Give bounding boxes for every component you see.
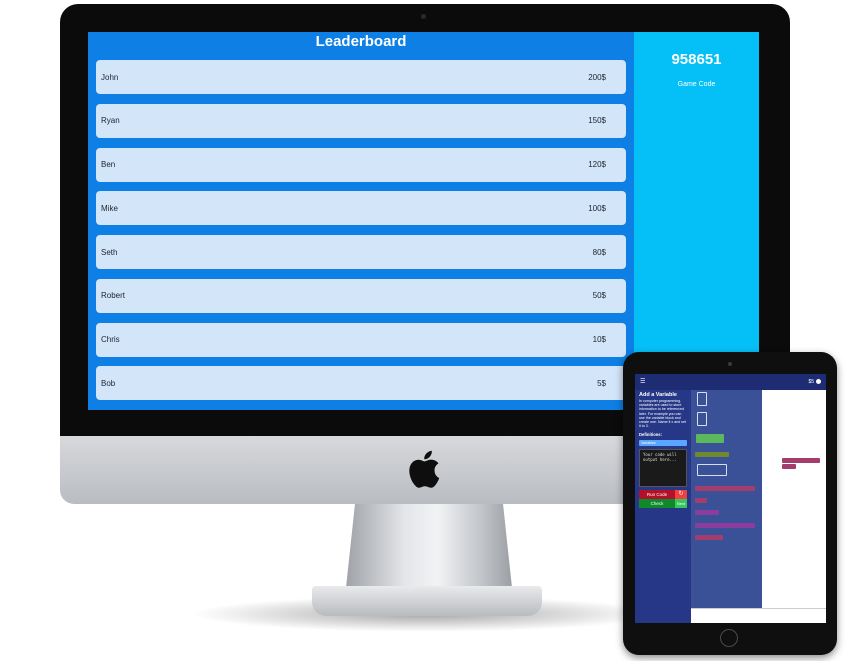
workspace-footer bbox=[691, 608, 826, 623]
player-score: 80$ bbox=[592, 247, 606, 257]
definitions-title: Definitions: bbox=[639, 432, 663, 438]
apple-logo-icon bbox=[409, 450, 440, 488]
leaderboard-row: Robert 50$ bbox=[96, 278, 626, 313]
tablet-topbar: ☰ $5 bbox=[635, 374, 826, 390]
player-name: Bob bbox=[101, 378, 116, 388]
code-block[interactable] bbox=[695, 510, 719, 515]
player-name: Chris bbox=[101, 335, 120, 344]
reset-icon[interactable]: ↻ bbox=[675, 490, 687, 500]
code-block[interactable] bbox=[697, 412, 707, 426]
print-block[interactable] bbox=[782, 464, 796, 469]
code-block[interactable] bbox=[696, 434, 724, 443]
leaderboard-row: Chris 10$ bbox=[96, 322, 626, 357]
leaderboard-list: John 200$ Ryan 150$ Ben 120$ Mike 100$ S… bbox=[96, 60, 626, 410]
leaderboard-row: Seth 80$ bbox=[96, 235, 626, 269]
home-button[interactable] bbox=[720, 629, 738, 647]
player-name: Mike bbox=[101, 203, 118, 213]
player-name: Ryan bbox=[101, 116, 120, 126]
leaderboard-row: Ryan 150$ bbox=[96, 103, 626, 138]
definition-chip[interactable]: Variables bbox=[639, 440, 687, 447]
lesson-title: Add a Variable bbox=[639, 392, 677, 398]
player-name: Ben bbox=[101, 160, 116, 169]
player-score: 50$ bbox=[592, 291, 606, 301]
lesson-text: In computer programming, variables are u… bbox=[639, 399, 686, 429]
tablet-screen: ☰ $5 Add a Variable In computer programm… bbox=[635, 374, 826, 623]
player-score: 5$ bbox=[597, 378, 606, 388]
code-block[interactable] bbox=[695, 498, 707, 503]
code-block[interactable] bbox=[697, 392, 707, 406]
next-button[interactable]: Next bbox=[675, 499, 687, 509]
player-name: Robert bbox=[101, 291, 126, 301]
variable-block[interactable] bbox=[782, 458, 820, 463]
player-name: John bbox=[101, 72, 119, 82]
player-score: 10$ bbox=[592, 335, 606, 344]
code-block[interactable] bbox=[695, 486, 755, 491]
block-toolbox bbox=[691, 390, 762, 608]
game-code-label: Game Code bbox=[677, 81, 716, 88]
code-block[interactable] bbox=[695, 452, 729, 457]
check-button[interactable]: Check bbox=[639, 499, 675, 509]
imac-stand-base bbox=[312, 586, 542, 616]
run-code-button[interactable]: Run Code bbox=[639, 490, 675, 500]
player-score: 200$ bbox=[588, 72, 606, 82]
balance-display: $5 bbox=[808, 379, 814, 385]
imac-stand-neck bbox=[345, 503, 513, 597]
code-output: Your code will output here... bbox=[639, 449, 687, 488]
leaderboard-row: John 200$ bbox=[96, 60, 626, 94]
leaderboard-title: Leaderboard bbox=[315, 33, 407, 50]
code-block[interactable] bbox=[697, 464, 727, 476]
menu-icon[interactable]: ☰ bbox=[640, 378, 645, 385]
camera-icon bbox=[728, 362, 732, 366]
leaderboard-row: Bob 5$ bbox=[96, 366, 626, 401]
coin-icon bbox=[816, 379, 821, 384]
player-score: 150$ bbox=[588, 116, 606, 126]
block-workspace[interactable] bbox=[762, 390, 826, 608]
player-score: 100$ bbox=[588, 203, 606, 213]
leaderboard-row: Ben 120$ bbox=[96, 147, 626, 182]
leaderboard-panel: Leaderboard John 200$ Ryan 150$ Ben 120$… bbox=[88, 32, 634, 410]
lesson-panel: Add a Variable In computer programming, … bbox=[635, 390, 691, 623]
player-name: Seth bbox=[101, 247, 118, 257]
player-score: 120$ bbox=[588, 160, 606, 169]
game-code-value: 958651 bbox=[671, 51, 722, 68]
leaderboard-row: Mike 100$ bbox=[96, 191, 626, 226]
code-block[interactable] bbox=[695, 535, 723, 540]
camera-icon bbox=[421, 14, 426, 19]
code-block[interactable] bbox=[695, 523, 755, 528]
